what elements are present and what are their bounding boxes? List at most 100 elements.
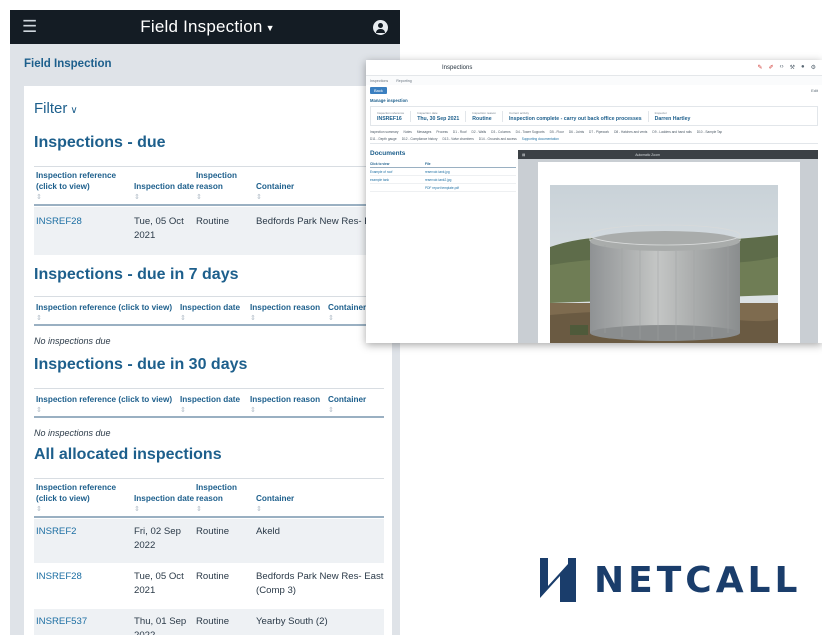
ruler-icon[interactable]: ✎ — [758, 64, 763, 71]
nav-tab[interactable]: Notes — [404, 130, 412, 134]
column-header-container[interactable]: Container ⇕ — [256, 181, 294, 203]
sidebar-toggle-icon[interactable]: ▤ — [522, 153, 525, 157]
cell-container: Yearby South (2) — [256, 616, 328, 627]
desktop-app-title[interactable]: Inspections — [442, 65, 472, 71]
zoom-select[interactable]: Automatic Zoom — [635, 153, 660, 157]
inspections-card: Filter ∨ Inspections - due Inspection ref… — [24, 86, 392, 635]
breadcrumb[interactable]: Field Inspection — [10, 44, 400, 84]
column-header-container[interactable]: Container ⇕ — [328, 302, 366, 324]
documents-title: Documents — [370, 150, 406, 157]
document-row[interactable]: PDF report template.pdf — [370, 184, 516, 192]
inspection-summary-bar: Inspection reference INSREF16 Inspection … — [370, 106, 818, 126]
nav-tab[interactable]: D11 - Depth gauge — [370, 137, 397, 141]
empty-message: No inspections due — [34, 428, 111, 438]
desktop-toolbar-icons: ✎ ✐ ‹› ⚒ ● ⚙ — [758, 64, 816, 71]
documents-header: Click to view File — [370, 160, 516, 168]
nav-tab[interactable]: D4 - Tower Supports — [516, 130, 545, 134]
user-icon[interactable]: ● — [801, 64, 805, 71]
column-header-reason[interactable]: Inspection reason ⇕ — [196, 170, 237, 203]
nav-tab[interactable]: Supporting documentation — [522, 137, 559, 141]
edit-menu[interactable]: Edit — [811, 88, 818, 93]
nav-tab[interactable]: D7 - Pipework — [589, 130, 609, 134]
column-header-date[interactable]: Inspection date ⇕ — [134, 181, 194, 203]
nav-tab[interactable]: D12 - Compliance history — [402, 137, 438, 141]
inspection-link[interactable]: INSREF537 — [36, 616, 87, 627]
app-title: Field Inspection — [140, 17, 263, 36]
app-title-dropdown[interactable]: Field Inspection ▼ — [140, 17, 274, 37]
column-header-container[interactable]: Container ⇕ — [256, 493, 294, 515]
summary-reference: Inspection reference INSREF16 — [371, 110, 412, 122]
desktop-tabs: Inspections Reporting — [366, 76, 822, 85]
column-header-date[interactable]: Inspection date ⇕ — [180, 302, 240, 324]
documents-panel: Documents Click to view File Example of r… — [370, 150, 516, 192]
cell-container: Bedfords Park New Res- East (Comp 3) — [256, 571, 384, 596]
document-row[interactable]: example tank reservoir-tank2.jpg — [370, 176, 516, 184]
nav-row-1: Inspection summary Notes Messages Process D1… — [370, 129, 818, 136]
inspection-link[interactable]: INSREF28 — [36, 571, 82, 582]
cell-reason: Routine — [196, 526, 230, 537]
table-header-allocated: Inspection reference (click to view) ⇕ In… — [34, 478, 384, 518]
inspection-link[interactable]: INSREF28 — [36, 216, 82, 227]
nav-tab[interactable]: D10 - Sample Tap — [697, 130, 722, 134]
nav-tab[interactable]: D9 - Ladders and hand rails — [652, 130, 691, 134]
hamburger-menu-icon[interactable]: ☰ — [22, 17, 42, 37]
table-row[interactable]: INSREF2 Fri, 02 Sep 2022 Routine Akeld — [34, 519, 384, 563]
viewer-page — [538, 162, 800, 343]
summary-inspector: Inspector Darren Hartley — [654, 110, 691, 122]
back-button[interactable]: Back — [370, 86, 387, 94]
document-row[interactable]: Example of roof reservoir-tank.jpg — [370, 168, 516, 176]
filter-toggle[interactable]: Filter ∨ — [34, 100, 78, 117]
netcall-wordmark: NETCALL — [594, 559, 802, 601]
mobile-app: ☰ Field Inspection ▼ Field Inspection Fil… — [10, 10, 400, 635]
nav-tab[interactable]: Messages — [417, 130, 432, 134]
user-account-icon[interactable] — [372, 19, 388, 35]
empty-message: No inspections due — [34, 336, 111, 346]
column-header-date[interactable]: Inspection date ⇕ — [134, 493, 194, 515]
inspection-link[interactable]: INSREF2 — [36, 526, 77, 537]
column-header-reference[interactable]: Inspection reference (click to view) ⇕ — [36, 302, 172, 324]
netcall-logo: NETCALL — [538, 556, 801, 604]
top-bar: ☰ Field Inspection ▼ — [10, 10, 400, 44]
tab-inspections[interactable]: Inspections — [370, 79, 388, 83]
table-header-due-7: Inspection reference (click to view) ⇕ In… — [34, 296, 384, 326]
nav-tab[interactable]: D8 - Hatches and vents — [614, 130, 647, 134]
summary-date: Inspection date Thu, 30 Sep 2021 — [411, 110, 467, 122]
pencil-icon[interactable]: ✐ — [769, 64, 774, 71]
cell-container: Akeld — [256, 526, 280, 537]
table-row[interactable]: INSREF28 Tue, 05 Oct 2021 Routine Bedfor… — [34, 564, 384, 608]
wrench-icon[interactable]: ⚒ — [790, 64, 795, 71]
gear-icon[interactable]: ⚙ — [811, 64, 816, 71]
cell-date: Fri, 02 Sep 2022 — [134, 526, 181, 551]
desktop-inspection-window: Inspections ✎ ✐ ‹› ⚒ ● ⚙ Inspections Rep… — [366, 60, 822, 343]
column-header-reason[interactable]: Inspection reason ⇕ — [196, 482, 237, 515]
table-row[interactable]: INSREF28 Tue, 05 Oct 2021 Routine Bedfor… — [34, 207, 384, 255]
cell-date: Tue, 05 Oct 2021 — [134, 216, 184, 241]
nav-row-2: D11 - Depth gauge D12 - Compliance histor… — [370, 136, 818, 143]
column-header-container[interactable]: Container ⇕ — [328, 394, 366, 416]
column-header-reason[interactable]: Inspection reason ⇕ — [250, 394, 320, 416]
nav-tab[interactable]: D2 - Walls — [472, 130, 487, 134]
column-header-date[interactable]: Inspection date ⇕ — [180, 394, 240, 416]
document-viewer: ▤ Automatic Zoom — [518, 150, 818, 343]
nav-tab[interactable]: D6 - Joints — [569, 130, 584, 134]
caret-down-icon: ▼ — [265, 22, 275, 33]
table-row[interactable]: INSREF537 Thu, 01 Sep 2022 Routine Yearb… — [34, 609, 384, 635]
code-icon[interactable]: ‹› — [780, 64, 784, 71]
column-header-reference[interactable]: Inspection reference (click to view) ⇕ — [36, 394, 172, 416]
cell-reason: Routine — [196, 216, 230, 227]
column-header-reference[interactable]: Inspection reference (click to view) ⇕ — [36, 482, 128, 515]
tab-reporting[interactable]: Reporting — [396, 79, 412, 83]
table-header-due-30: Inspection reference (click to view) ⇕ In… — [34, 388, 384, 418]
nav-tab[interactable]: D1 - Roof — [453, 130, 467, 134]
nav-tab[interactable]: D3 - Columns — [491, 130, 511, 134]
nav-tab[interactable]: Inspection summary — [370, 130, 399, 134]
nav-tab[interactable]: Process — [436, 130, 448, 134]
cell-date: Thu, 01 Sep 2022 — [134, 616, 187, 635]
column-header-reference[interactable]: Inspection reference (click to view) ⇕ — [36, 170, 128, 203]
desktop-action-bar: Back Edit — [366, 85, 822, 95]
filter-label: Filter — [34, 100, 68, 117]
nav-tab[interactable]: D13 - Valve chambers — [443, 137, 474, 141]
nav-tab[interactable]: D14 - Grounds and access — [479, 137, 517, 141]
nav-tab[interactable]: D5 - Floor — [550, 130, 564, 134]
column-header-reason[interactable]: Inspection reason ⇕ — [250, 302, 320, 324]
